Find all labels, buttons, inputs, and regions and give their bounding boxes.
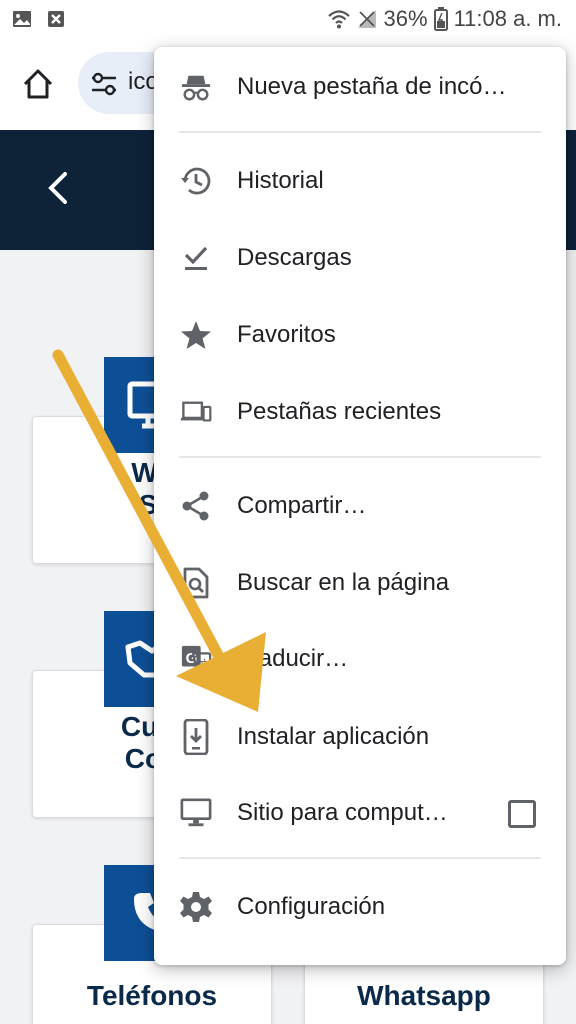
menu-item-desktop-site[interactable]: Sitio para comput… — [154, 781, 566, 845]
back-button[interactable] — [36, 166, 80, 210]
desktop-icon — [180, 797, 212, 829]
clock: 11:08 a. m. — [453, 6, 562, 31]
site-settings-icon — [92, 72, 116, 96]
desktop-site-checkbox[interactable] — [508, 800, 536, 828]
menu-item-install-app[interactable]: Instalar aplicación — [154, 705, 566, 769]
share-icon — [180, 490, 212, 522]
menu-item-label: Nueva pestaña de incó… — [237, 73, 507, 100]
menu-item-label: Descargas — [237, 244, 352, 271]
menu-item-history[interactable]: Historial — [154, 149, 566, 213]
menu-item-label: Historial — [237, 167, 324, 194]
star-icon — [180, 319, 212, 351]
menu-item-downloads[interactable]: Descargas — [154, 226, 566, 290]
image-notification-icon — [13, 11, 31, 27]
menu-item-translate[interactable]: G文 Traducir… — [154, 627, 566, 691]
menu-item-label: Sitio para comput… — [237, 799, 448, 826]
devices-icon — [180, 396, 212, 428]
menu-item-label: Traducir… — [237, 645, 349, 672]
card-phones-label: Teléfonos — [86, 980, 218, 1011]
browser-overflow-menu: Nueva pestaña de incó… Historial Descarg… — [154, 47, 566, 965]
menu-item-label: Pestañas recientes — [237, 398, 442, 425]
menu-divider — [179, 857, 541, 859]
home-button[interactable] — [16, 62, 60, 106]
settings-icon — [180, 891, 212, 923]
menu-item-share[interactable]: Compartir… — [154, 474, 566, 538]
wifi-icon — [327, 10, 350, 29]
menu-item-label: Instalar aplicación — [237, 723, 430, 750]
menu-item-recent-tabs[interactable]: Pestañas recientes — [154, 380, 566, 444]
svg-text:文: 文 — [199, 657, 210, 671]
menu-item-label: Favoritos — [237, 321, 336, 348]
battery-icon — [433, 7, 448, 31]
card-whatsapp-label: Whatsapp — [357, 980, 491, 1011]
menu-item-new-incognito-tab[interactable]: Nueva pestaña de incó… — [154, 55, 566, 119]
close-notification-icon — [48, 11, 64, 27]
menu-item-label: Configuración — [237, 893, 386, 920]
menu-item-find-in-page[interactable]: Buscar en la página — [154, 551, 566, 615]
history-icon — [180, 165, 212, 197]
download-done-icon — [180, 242, 212, 274]
menu-item-bookmarks[interactable]: Favoritos — [154, 303, 566, 367]
find-in-page-icon — [180, 567, 212, 599]
translate-icon: G文 — [180, 643, 212, 675]
incognito-icon — [180, 71, 212, 103]
home-icon — [23, 69, 53, 99]
status-bar: 36% 11:08 a. m. — [0, 0, 576, 38]
chevron-left-icon — [48, 172, 67, 204]
menu-divider — [179, 131, 541, 133]
menu-item-label: Compartir… — [237, 492, 367, 519]
menu-item-label: Buscar en la página — [237, 569, 450, 596]
menu-item-settings[interactable]: Configuración — [154, 875, 566, 939]
install-app-icon — [180, 719, 212, 755]
battery-percent: 36% — [383, 6, 428, 31]
no-signal-icon — [357, 10, 376, 28]
menu-divider — [179, 456, 541, 458]
